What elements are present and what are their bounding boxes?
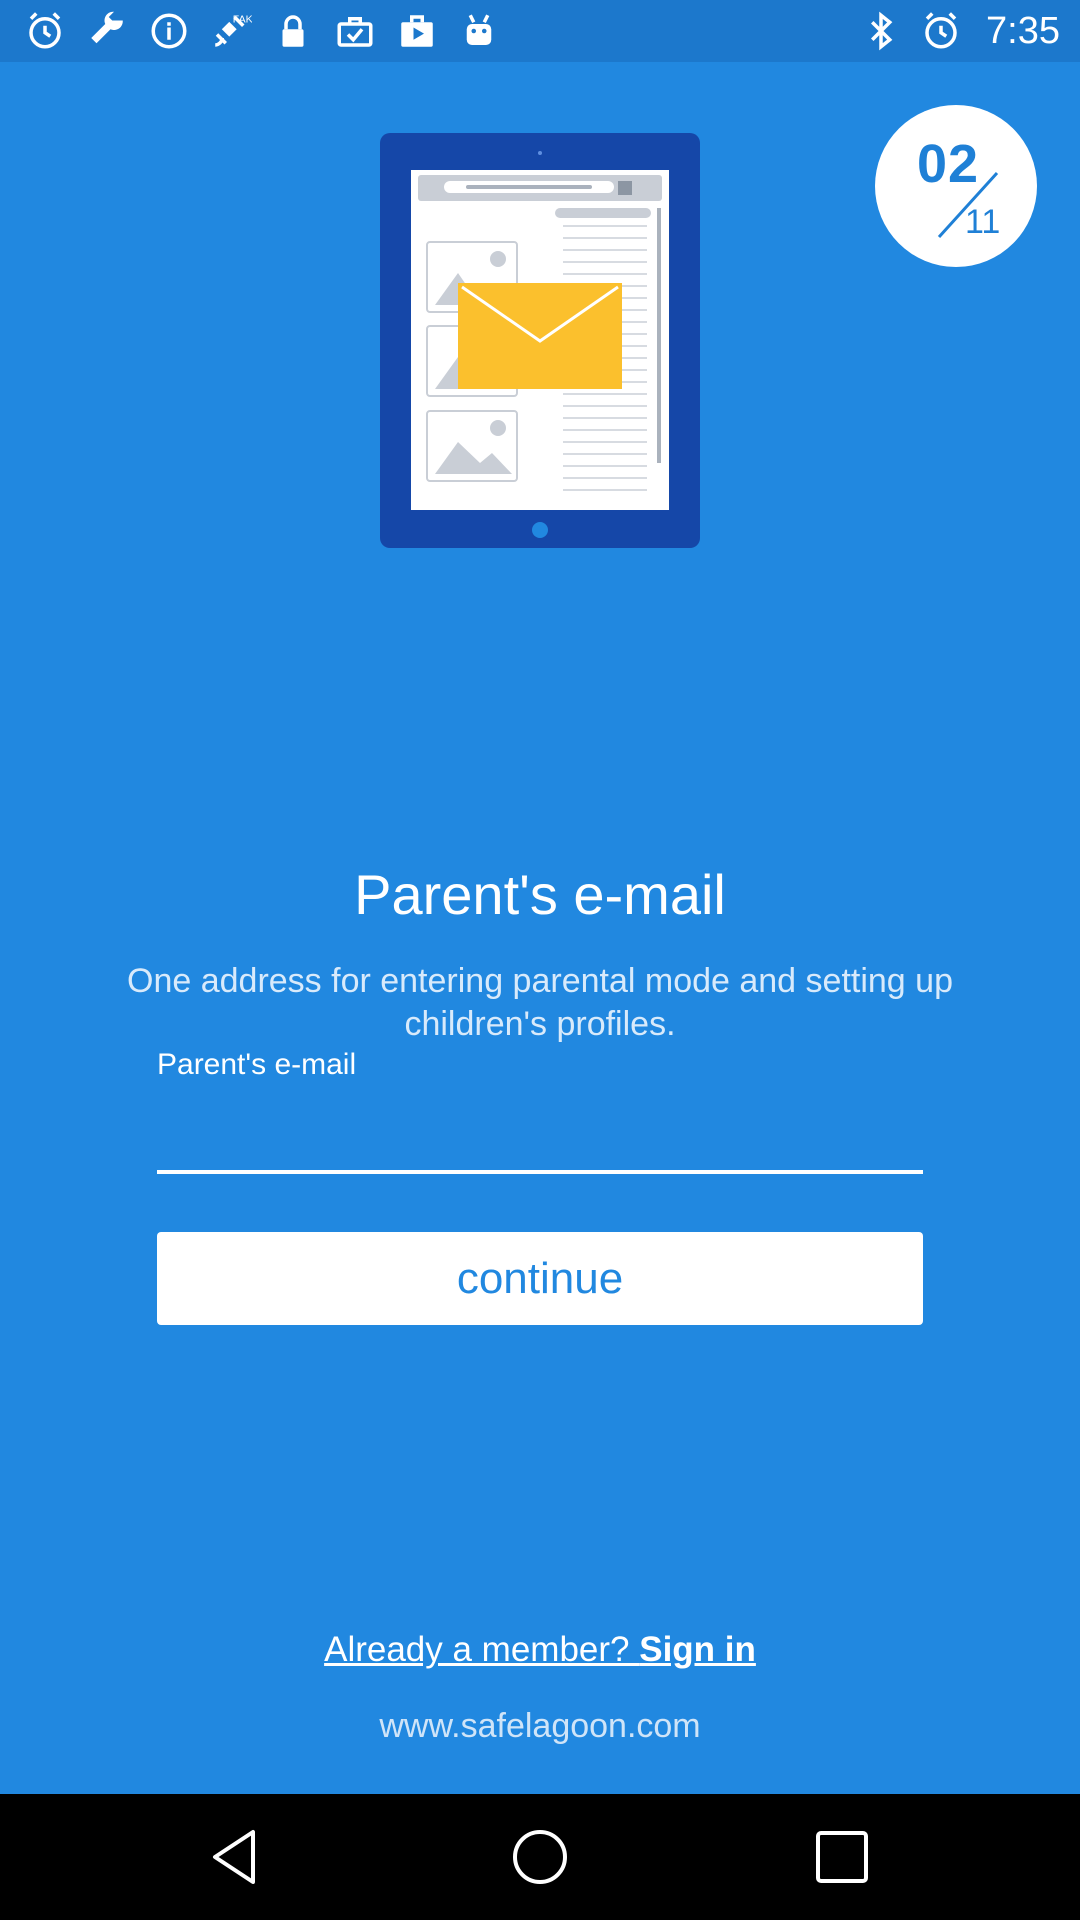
status-bar: FAKE 7:35	[0, 0, 1080, 62]
info-icon	[148, 10, 190, 52]
play-bag-icon	[396, 10, 438, 52]
step-total: 11	[965, 203, 1001, 241]
status-icons-right: 7:35	[860, 10, 1060, 52]
email-field[interactable]	[157, 1090, 923, 1174]
recents-icon[interactable]	[809, 1824, 875, 1890]
email-field-label: Parent's e-mail	[157, 1048, 357, 1081]
lock-icon	[272, 10, 314, 52]
website-url: www.safelagoon.com	[379, 1707, 701, 1745]
android-icon	[458, 10, 500, 52]
fake-gps-icon: FAKE	[210, 10, 252, 52]
signin-link[interactable]: Already a member? Sign in	[0, 1630, 1080, 1670]
step-counter: 02 11	[875, 105, 1037, 267]
status-time: 7:35	[986, 9, 1060, 52]
bluetooth-icon	[860, 10, 902, 52]
home-icon[interactable]	[507, 1824, 573, 1890]
status-icons-left: FAKE	[24, 10, 500, 52]
continue-button[interactable]: continue	[157, 1232, 923, 1325]
svg-text:FAKE: FAKE	[233, 13, 252, 25]
signin-action: Sign in	[639, 1630, 756, 1669]
signin-prefix: Already a member?	[324, 1630, 640, 1669]
back-icon[interactable]	[205, 1824, 271, 1890]
wrench-icon	[86, 10, 128, 52]
page-title: Parent's e-mail	[354, 863, 726, 926]
alarm-icon	[920, 10, 962, 52]
alarm-icon	[24, 10, 66, 52]
page-subtitle: One address for entering parental mode a…	[127, 962, 953, 1043]
briefcase-check-icon	[334, 10, 376, 52]
tablet-email-illustration	[380, 133, 700, 548]
navigation-bar	[0, 1794, 1080, 1920]
